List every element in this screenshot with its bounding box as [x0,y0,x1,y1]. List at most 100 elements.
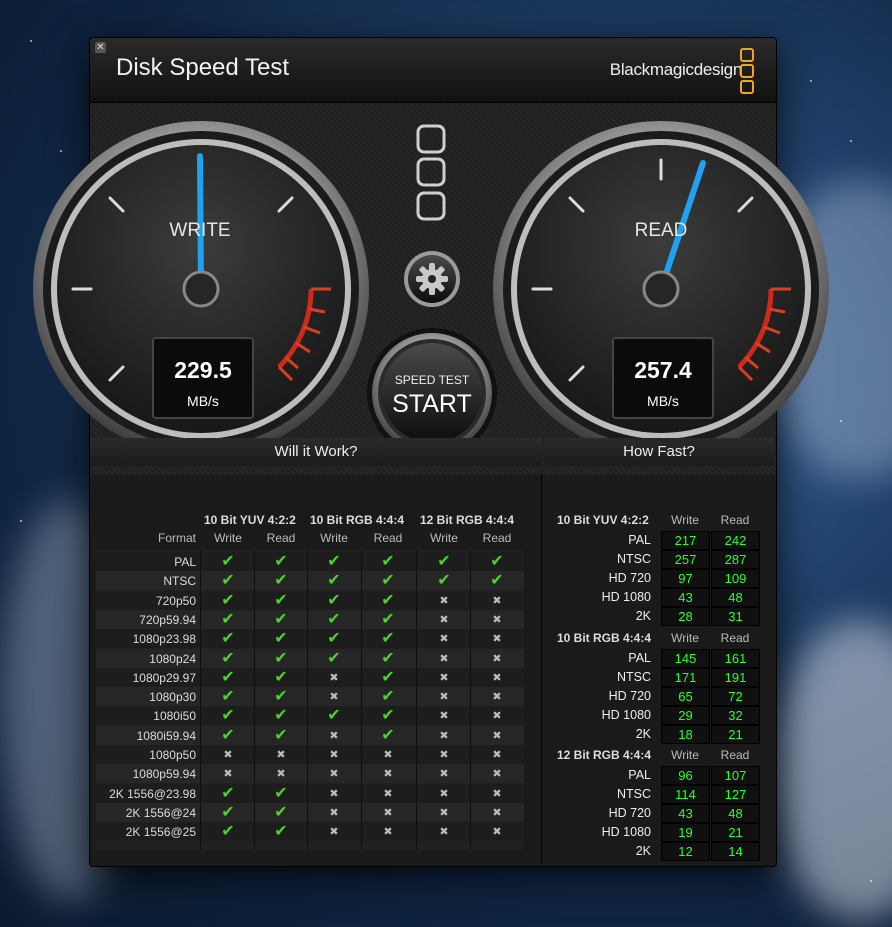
hf-read-value: 31 [711,607,760,626]
cross-icon: ✖ [329,806,339,819]
hf-write-header: Write [671,748,699,762]
hf-group-header: 10 Bit RGB 4:4:4 [557,631,652,645]
hf-read-header: Read [720,513,750,527]
section-divider [541,474,542,864]
hf-read-value: 191 [711,668,760,687]
cross-icon: ✖ [492,729,502,742]
hf-write-value: 12 [661,842,710,861]
check-icon: ✔ [274,784,288,802]
check-icon: ✔ [381,630,395,648]
cross-icon: ✖ [383,806,393,819]
check-icon: ✔ [381,707,395,725]
check-icon: ✔ [274,726,288,744]
hf-write-value: 145 [661,649,710,668]
check-icon: ✔ [490,572,504,590]
wiw-format-header: Format [157,531,196,545]
format-label: 1080p24 [149,651,196,666]
hf-row-label: 2K [635,727,651,741]
write-value: 229.5 [174,357,232,383]
wiw-sub-header: Read [266,531,296,545]
cross-icon: ✖ [439,594,449,607]
hf-row-label: HD 720 [608,689,651,703]
cross-icon: ✖ [439,691,449,704]
hf-read-value: 161 [711,649,760,668]
start-button-caption: SPEED TEST [394,373,470,387]
write-unit: MB/s [187,393,219,409]
hf-write-header: Write [671,513,699,527]
hf-group-header: 12 Bit RGB 4:4:4 [557,748,652,762]
wiw-sub-header: Write [430,531,458,545]
format-label: 1080p59.94 [132,767,196,782]
hf-write-value: 29 [661,706,710,725]
cross-icon: ✖ [492,710,502,723]
check-icon: ✔ [327,572,341,590]
format-label: 1080p30 [149,690,196,705]
check-icon: ✔ [274,630,288,648]
hf-read-value: 107 [711,766,760,785]
wiw-group-header: 12 Bit RGB 4:4:4 [420,513,515,527]
cross-icon: ✖ [492,633,502,646]
check-icon: ✔ [221,726,235,744]
hf-write-value: 43 [661,804,710,823]
check-icon: ✔ [437,553,451,570]
column-divider [200,550,201,850]
column-divider [254,550,255,850]
check-icon: ✔ [221,668,235,686]
hf-write-value: 28 [661,607,710,626]
check-icon: ✔ [274,668,288,686]
hf-read-value: 287 [711,550,760,569]
read-unit: MB/s [647,393,679,409]
hf-row-label: PAL [628,768,651,782]
cross-icon: ✖ [223,768,233,781]
cross-icon: ✖ [439,729,449,742]
cross-icon: ✖ [439,768,449,781]
check-icon: ✔ [274,649,288,667]
start-button[interactable]: SPEED TEST START [382,343,482,443]
hf-row-label: NTSC [616,787,651,801]
hf-row-label: HD 1080 [601,590,651,604]
format-label: 1080p23.98 [132,632,196,647]
write-label: WRITE [169,220,231,241]
check-icon: ✔ [381,591,395,609]
cross-icon: ✖ [492,671,502,684]
cross-icon: ✖ [276,749,286,761]
hf-write-value: 171 [661,668,710,687]
cross-icon: ✖ [383,768,393,781]
hf-row-label: NTSC [616,670,651,684]
brand-name: Blackmagicdesign [609,60,743,79]
check-icon: ✔ [327,707,341,725]
hf-read-value: 242 [711,531,760,550]
hf-read-value: 48 [711,804,760,823]
format-label: 1080i50 [153,709,196,724]
check-icon: ✔ [221,649,235,667]
cross-icon: ✖ [329,826,339,839]
check-icon: ✔ [221,803,235,821]
format-label: 720p50 [155,593,196,608]
hf-read-value: 21 [711,725,760,744]
wiw-group-header: 10 Bit YUV 4:2:2 [204,513,296,527]
start-button-label: START [392,390,472,418]
read-readout: 257.4 MB/s [612,337,714,419]
cross-icon: ✖ [439,787,449,800]
hf-row-label: PAL [628,533,651,547]
check-icon: ✔ [221,591,235,609]
cross-icon: ✖ [492,691,502,704]
read-value: 257.4 [634,357,692,383]
hf-row-label: HD 720 [608,571,651,585]
cross-icon: ✖ [329,749,339,761]
hf-read-value: 48 [711,588,760,607]
cross-icon: ✖ [383,826,393,839]
column-divider [416,550,417,850]
hf-write-header: Write [671,631,699,645]
close-button[interactable]: ✕ [95,42,106,53]
check-icon: ✔ [274,803,288,821]
cross-icon: ✖ [439,749,449,761]
cross-icon: ✖ [329,671,339,684]
format-label: NTSC [163,574,196,589]
cross-icon: ✖ [492,787,502,800]
hf-write-value: 19 [661,823,710,842]
hf-write-value: 65 [661,687,710,706]
cross-icon: ✖ [276,768,286,781]
hf-row-label: HD 720 [608,806,651,820]
cross-icon: ✖ [492,768,502,781]
